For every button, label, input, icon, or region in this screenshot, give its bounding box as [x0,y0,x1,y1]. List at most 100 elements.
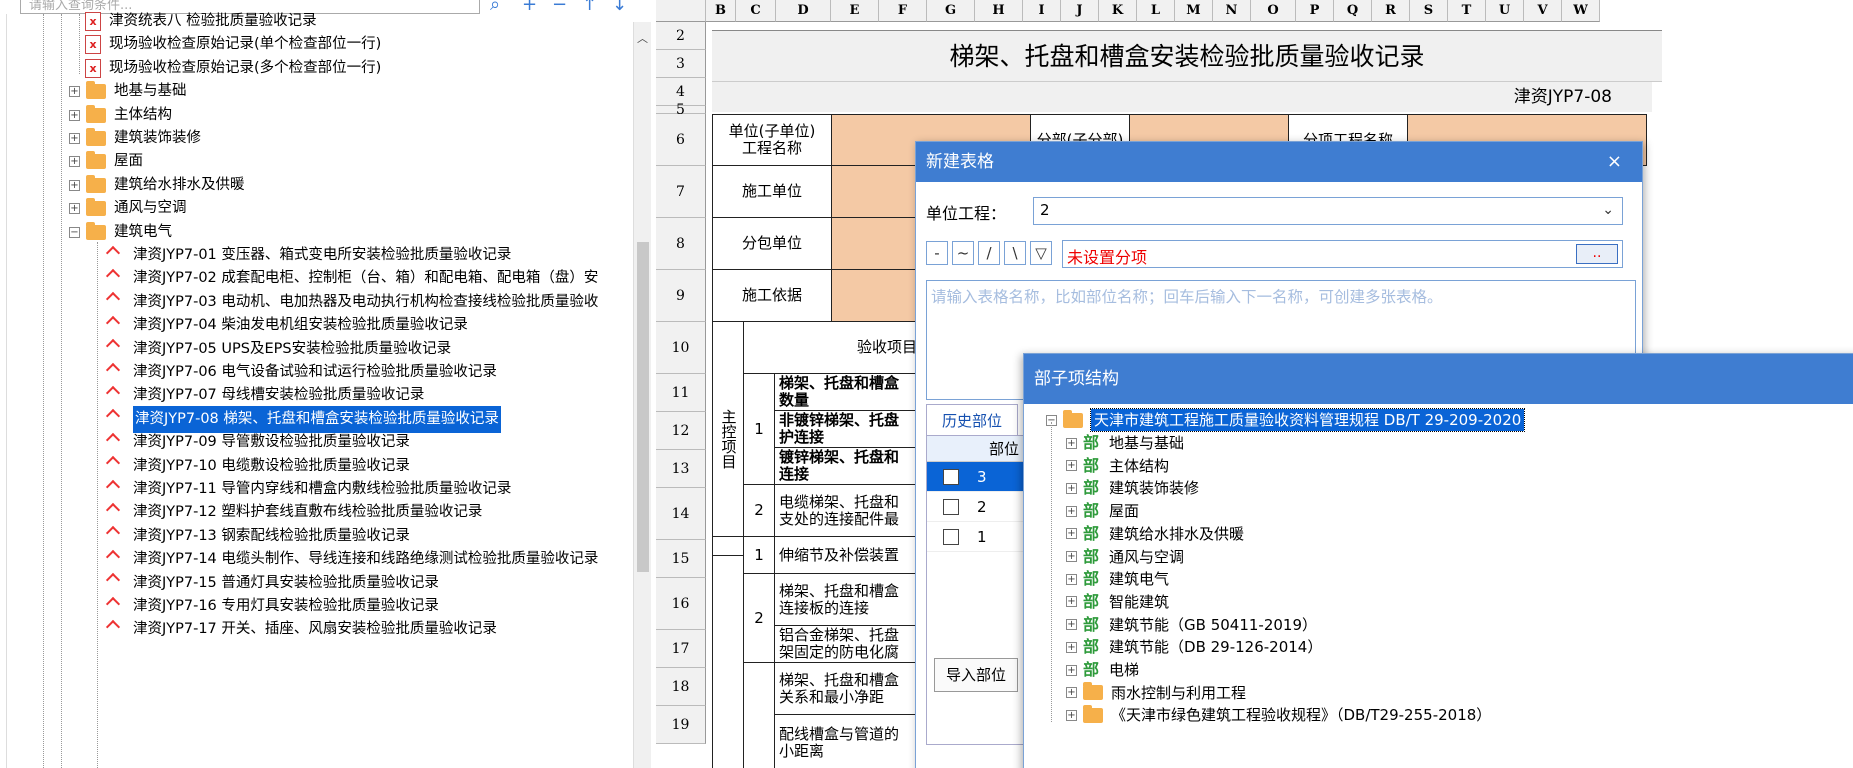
search-icon[interactable]: ⌕ [490,0,500,15]
history-row[interactable]: 2 [927,492,1025,522]
structure-item[interactable]: + 部智能建筑 [1066,591,1169,613]
chevron-down-icon[interactable]: ⌄ [1602,202,1614,218]
column-header[interactable]: P [1296,0,1334,22]
tool-tilde-button[interactable]: ~ [952,241,974,265]
row-checkbox[interactable] [943,528,959,545]
column-header[interactable]: V [1524,0,1562,22]
expand-icon[interactable]: + [1066,573,1077,585]
expand-icon[interactable]: + [1066,664,1077,676]
collapse-icon[interactable]: − [69,226,80,238]
row-header[interactable]: 18 [656,668,706,706]
unit-select[interactable]: 2 ⌄ [1033,197,1623,225]
structure-item[interactable]: + 部屋面 [1066,500,1139,522]
subcontract-unit-label-cell[interactable]: 分包单位 [712,217,832,270]
row-header[interactable]: 8 [656,218,706,270]
move-up-icon[interactable]: ↑ [582,0,597,15]
expand-icon[interactable]: + [69,133,80,144]
row-header[interactable]: 7 [656,166,706,218]
column-header[interactable]: L [1137,0,1175,22]
structure-item[interactable]: + 部建筑节能（DB 29-126-2014） [1066,636,1322,658]
item-number-cell[interactable]: 1 [743,536,775,574]
tree-item[interactable]: 津资JYP7-17 开关、插座、风扇安装检验批质量验收记录 [107,616,497,643]
construct-unit-label-cell[interactable]: 施工单位 [712,165,832,218]
expand-icon[interactable]: + [69,156,80,168]
structure-item[interactable]: + 部建筑给水排水及供暖 [1066,523,1244,545]
sheet-corner[interactable] [656,0,706,22]
row-header[interactable]: 17 [656,630,706,668]
column-header[interactable]: K [1099,0,1137,22]
main-control-cell[interactable]: 主控项目 [712,321,744,556]
structure-item[interactable]: + 《天津市绿色建筑工程验收规程》（DB/T29-255-2018） [1066,704,1491,726]
column-header[interactable]: I [1023,0,1061,22]
row-header[interactable]: 11 [656,374,706,412]
subitem-browse-button[interactable]: .. [1576,244,1618,264]
column-header[interactable]: D [776,0,831,22]
row-header[interactable]: 2 [656,22,706,50]
row-header[interactable]: 5 [656,102,706,118]
column-header[interactable]: Q [1334,0,1372,22]
scroll-up-icon[interactable]: ︿ [637,30,648,46]
structure-root-item[interactable]: − 天津市建筑工程施工质量验收资料管理规程 DB/T 29-209-2020 [1046,408,1526,432]
item-number-cell[interactable]: 1 [743,373,775,485]
column-header[interactable]: U [1486,0,1524,22]
tool-slash-button[interactable]: / [978,241,1000,265]
expand-icon[interactable]: + [1066,687,1077,699]
expand-icon[interactable]: + [1066,619,1077,631]
column-header[interactable]: C [736,0,776,22]
expand-icon[interactable]: + [1066,709,1077,721]
close-icon[interactable]: × [1607,142,1622,182]
column-header[interactable]: E [831,0,879,22]
add-icon[interactable]: + [522,0,537,15]
column-header[interactable]: T [1448,0,1486,22]
structure-item[interactable]: + 部电梯 [1066,659,1139,681]
expand-icon[interactable]: + [1066,551,1077,562]
expand-icon[interactable]: + [69,109,80,121]
row-header[interactable]: 14 [656,488,706,540]
structure-item[interactable]: + 部主体结构 [1066,455,1169,477]
basis-label-cell[interactable]: 施工依据 [712,269,832,322]
row-header[interactable]: 13 [656,450,706,488]
unit-name-label-cell[interactable]: 单位(子单位) 工程名称 [712,114,832,166]
column-header[interactable]: O [1251,0,1296,22]
expand-icon[interactable]: + [69,179,80,191]
tool-dash-button[interactable]: - [926,241,948,265]
row-header[interactable]: 19 [656,706,706,744]
subitem-field[interactable]: 未设置分项 .. [1062,240,1623,268]
tree-scrollbar[interactable]: ︿ [633,22,651,768]
item-number-cell[interactable]: 2 [743,484,775,537]
column-header[interactable]: W [1562,0,1600,22]
expand-icon[interactable]: + [1066,641,1077,653]
column-header[interactable]: S [1410,0,1448,22]
expand-icon[interactable]: + [1066,460,1077,472]
tool-backslash-button[interactable]: \ [1004,241,1026,265]
item-number-cell[interactable]: 2 [743,573,775,663]
row-header[interactable]: 6 [656,114,706,166]
structure-item[interactable]: + 部建筑电气 [1066,568,1169,590]
structure-item[interactable]: + 部通风与空调 [1066,546,1184,568]
row-header[interactable]: 15 [656,540,706,578]
row-header[interactable]: 9 [656,270,706,322]
column-header[interactable]: F [879,0,927,22]
row-header[interactable]: 12 [656,412,706,450]
expand-icon[interactable]: + [69,203,80,215]
scroll-thumb[interactable] [637,242,649,572]
row-header[interactable]: 16 [656,578,706,630]
expand-icon[interactable]: + [1066,505,1077,517]
column-header[interactable]: H [975,0,1023,22]
remove-icon[interactable]: − [552,0,567,15]
column-header[interactable]: N [1213,0,1251,22]
column-header[interactable]: G [927,0,975,22]
item-number-cell[interactable] [743,662,775,768]
column-header[interactable]: M [1175,0,1213,22]
import-location-button[interactable]: 导入部位 [934,658,1018,692]
expand-icon[interactable]: + [69,86,80,98]
tool-filter-button[interactable]: ▽ [1030,241,1052,265]
tab-history-location[interactable]: 历史部位 [926,404,1018,436]
expand-icon[interactable]: + [1066,482,1077,494]
structure-item[interactable]: + 部地基与基础 [1066,432,1184,454]
column-header[interactable]: J [1061,0,1099,22]
expand-icon[interactable]: + [1066,528,1077,540]
row-checkbox[interactable] [943,498,959,515]
structure-item[interactable]: + 部建筑节能（GB 50411-2019） [1066,614,1317,636]
history-row[interactable]: 3 [927,462,1025,492]
